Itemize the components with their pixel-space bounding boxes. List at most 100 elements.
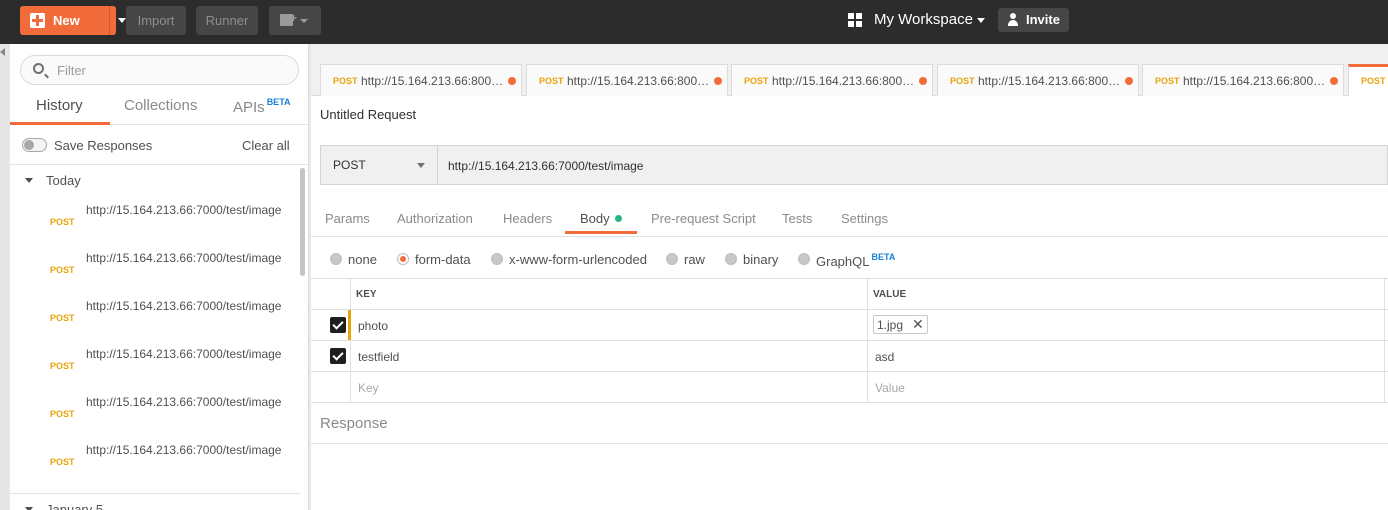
sidebar-tabs: History Collections APIs BETA (10, 92, 309, 125)
radio-label: none (348, 252, 377, 267)
collapse-strip[interactable] (0, 44, 10, 510)
tab-headers[interactable]: Headers (503, 211, 552, 226)
new-button-divider (109, 6, 110, 35)
chevron-down-icon (977, 18, 985, 23)
history-item[interactable]: POST http://15.164.213.66:7000/test/imag… (10, 249, 300, 297)
history-url: http://15.164.213.66:7000/test/image (86, 443, 282, 457)
value-cell[interactable]: asd (868, 341, 1385, 371)
method-value: POST (333, 158, 366, 172)
request-tab[interactable]: POST http://15.164.213.66:8000/... (1142, 64, 1344, 96)
radio-circle[interactable] (666, 253, 678, 265)
radio-circle[interactable] (725, 253, 737, 265)
radio-circle[interactable] (397, 253, 409, 265)
filter-field[interactable] (20, 55, 299, 85)
plus-icon (30, 13, 45, 28)
row-checkbox-cell (311, 341, 351, 371)
key-cell[interactable]: testfield (351, 341, 868, 371)
key-cell[interactable]: Key (351, 372, 868, 402)
new-window-button[interactable] (269, 6, 321, 35)
group-label: January 5 (46, 502, 104, 510)
row-checkbox-cell (311, 310, 351, 340)
history-group-january-5[interactable]: January 5 (10, 500, 300, 510)
history-group-today[interactable]: Today (10, 171, 300, 191)
key-cell[interactable]: photo (351, 310, 868, 340)
chevron-down-icon (417, 163, 425, 168)
method-badge: POST (50, 457, 75, 467)
tab-history[interactable]: History (36, 97, 83, 114)
filter-input[interactable] (57, 62, 287, 78)
tab-pre-request-script[interactable]: Pre-request Script (651, 211, 756, 226)
key-header: KEY (356, 289, 377, 300)
tab-tests[interactable]: Tests (782, 211, 812, 226)
table-row: photo 1.jpg ✕ (311, 310, 1388, 341)
radio-circle[interactable] (330, 253, 342, 265)
request-panel: POST http://15.164.213.66:8000/... POST … (311, 44, 1388, 510)
key-header-cell: KEY (351, 279, 868, 309)
value-text: asd (875, 350, 895, 364)
file-chip[interactable]: 1.jpg ✕ (873, 315, 928, 334)
tab-authorization[interactable]: Authorization (397, 211, 473, 226)
collapse-arrow-icon[interactable] (0, 48, 5, 56)
tab-settings[interactable]: Settings (841, 211, 888, 226)
method-badge: POST (1155, 76, 1180, 86)
chevron-down-icon (25, 178, 33, 183)
url-input[interactable] (448, 157, 1348, 175)
tab-body[interactable]: Body (580, 211, 622, 226)
response-section-label: Response (320, 415, 388, 432)
method-badge: POST (50, 313, 75, 323)
chevron-down-icon (300, 19, 308, 23)
request-tab[interactable]: POST http://15.164.213.66:8000/... (320, 64, 522, 96)
history-item[interactable]: POST http://15.164.213.66:7000/test/imag… (10, 297, 300, 345)
method-badge: POST (50, 217, 75, 227)
new-button-label: New (53, 13, 80, 28)
method-badge: POST (50, 409, 75, 419)
history-item[interactable]: POST http://15.164.213.66:7000/test/imag… (10, 393, 300, 441)
value-cell[interactable]: Value (868, 372, 1385, 402)
new-button[interactable]: New (20, 6, 126, 35)
history-url: http://15.164.213.66:7000/test/image (86, 395, 282, 409)
method-badge: POST (50, 361, 75, 371)
chevron-down-icon[interactable] (118, 18, 126, 23)
url-field[interactable] (437, 145, 1388, 185)
tab-body-label: Body (580, 211, 610, 226)
tab-params[interactable]: Params (325, 211, 370, 226)
request-tab[interactable]: POST http://15.164.213.66:8000/... (937, 64, 1139, 96)
row-checkbox[interactable] (330, 317, 346, 333)
history-item[interactable]: POST http://15.164.213.66:7000/test/imag… (10, 441, 300, 489)
tab-apis[interactable]: APIs BETA (233, 97, 291, 116)
radio-label: raw (684, 252, 705, 267)
search-icon (33, 63, 44, 74)
grid-icon (848, 13, 862, 27)
save-responses-toggle[interactable] (22, 138, 47, 152)
runner-button[interactable]: Runner (196, 6, 258, 35)
history-item[interactable]: POST http://15.164.213.66:7000/test/imag… (10, 345, 300, 393)
tab-collections[interactable]: Collections (124, 97, 197, 114)
key-value: photo (358, 319, 389, 333)
active-tab-indicator (10, 122, 110, 125)
top-bar: New Import Runner My Workspace Invite (0, 0, 1388, 44)
request-tab[interactable]: POST http://15.164.213.66:8000/... (526, 64, 728, 96)
unsaved-dot (919, 77, 927, 85)
request-tab[interactable]: POST http://15.164.213.66:8000/... (731, 64, 933, 96)
value-header-cell: VALUE (868, 279, 1385, 309)
history-item[interactable]: POST http://15.164.213.66:7000/test/imag… (10, 201, 300, 249)
history-url: http://15.164.213.66:7000/test/image (86, 251, 282, 265)
import-button[interactable]: Import (126, 6, 186, 35)
request-tab-active[interactable]: POST (1348, 64, 1388, 96)
radio-label: GraphQL (816, 254, 870, 269)
unsaved-dot (1125, 77, 1133, 85)
beta-badge: BETA (266, 97, 291, 107)
invite-button[interactable]: Invite (998, 8, 1069, 32)
value-cell[interactable]: 1.jpg ✕ (868, 310, 1385, 340)
row-checkbox[interactable] (330, 348, 346, 364)
tab-url: http://15.164.213.66:8000/... (1183, 74, 1330, 88)
sidebar-scrollbar[interactable] (300, 168, 305, 276)
radio-circle[interactable] (798, 253, 810, 265)
radio-label: binary (743, 252, 779, 267)
clear-all-button[interactable]: Clear all (242, 138, 290, 153)
method-select[interactable]: POST (320, 145, 437, 185)
tab-url: http://15.164.213.66:8000/... (361, 74, 508, 88)
close-icon[interactable]: ✕ (912, 317, 924, 331)
radio-circle[interactable] (491, 253, 503, 265)
request-title[interactable]: Untitled Request (320, 107, 416, 122)
